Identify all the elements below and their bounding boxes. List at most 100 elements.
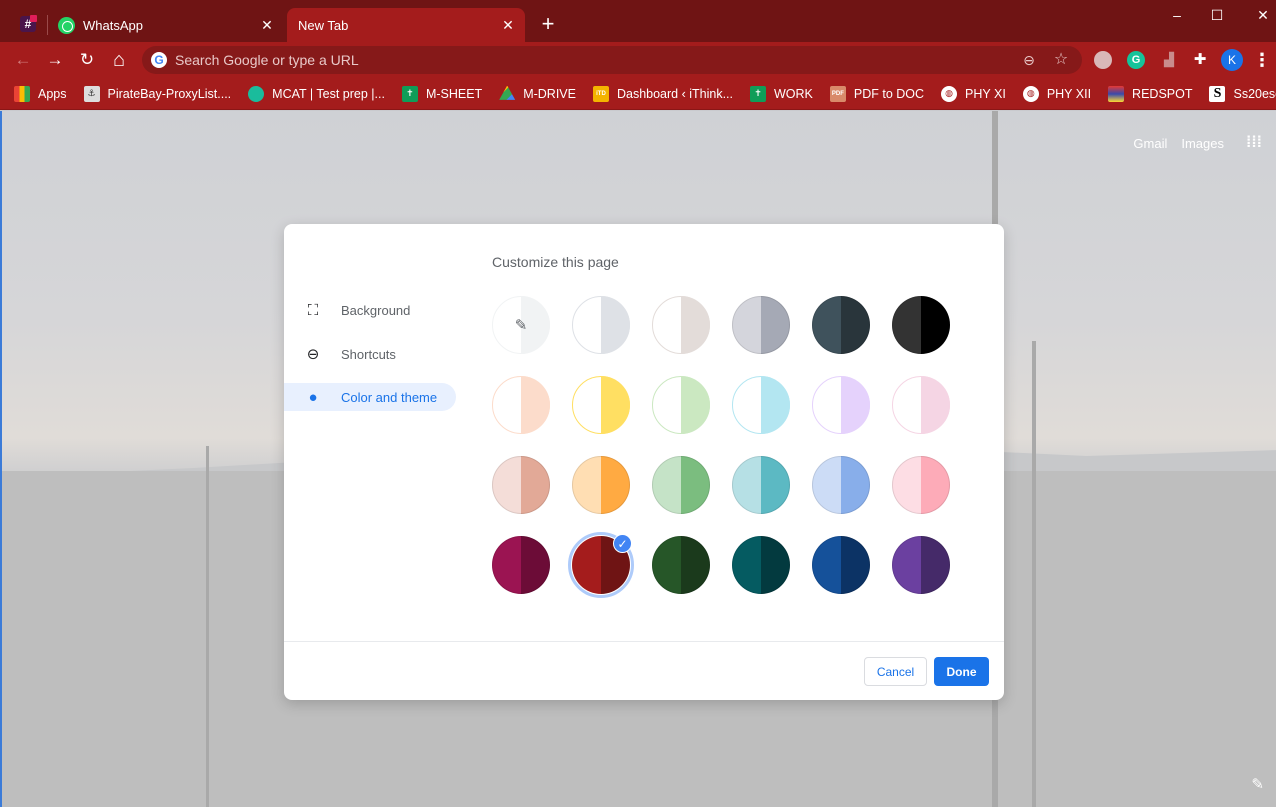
bookmark-apps[interactable]: Apps	[14, 85, 67, 102]
bookmark-ithink[interactable]: iTD Dashboard ‹ iThink...	[592, 85, 733, 102]
color-swatch-teal[interactable]	[732, 456, 790, 514]
slack-icon	[20, 15, 37, 32]
swatch-border	[652, 376, 710, 434]
bookmark-ss20ese259[interactable]: S Ss20ese259	[1209, 85, 1276, 102]
swatch-border	[492, 456, 550, 514]
bookmark-label: PirateBay-ProxyList....	[107, 86, 232, 101]
sidebar-item-background[interactable]: ⛶ Background	[284, 296, 456, 324]
dialog-divider	[284, 641, 1004, 642]
done-button[interactable]: Done	[934, 657, 989, 686]
grammarly-extension-icon[interactable]: G	[1127, 51, 1145, 69]
khan-academy-icon	[248, 85, 265, 102]
whatsapp-icon	[58, 16, 75, 34]
bookmark-label: REDSPOT	[1132, 86, 1193, 101]
color-swatch-slate[interactable]	[812, 296, 870, 354]
swatch-border	[492, 536, 550, 594]
globe-icon: ◍	[1022, 85, 1039, 102]
new-tab-button[interactable]: +	[537, 13, 559, 35]
tab-new-tab[interactable]: New Tab ✕	[287, 8, 525, 42]
edit-pencil-icon[interactable]: ✎	[1251, 775, 1264, 793]
globe-icon: ◍	[941, 85, 958, 102]
google-apps-icon[interactable]: ⁞⁞⁞	[1242, 131, 1266, 155]
bookmark-work[interactable]: ✝ WORK	[750, 85, 813, 102]
color-swatch-magenta-dark[interactable]	[492, 536, 550, 594]
dialog-title: Customize this page	[492, 254, 619, 270]
color-swatch-peach-light[interactable]	[492, 376, 550, 434]
swatch-border	[892, 456, 950, 514]
color-swatch-green[interactable]	[652, 456, 710, 514]
forward-button[interactable]: →	[43, 48, 67, 72]
swatch-border	[492, 376, 550, 434]
color-swatch-terracotta[interactable]	[492, 456, 550, 514]
color-swatch-cyan-light[interactable]	[732, 376, 790, 434]
close-window-button[interactable]: ✕	[1248, 4, 1276, 26]
minimize-button[interactable]: –	[1162, 4, 1192, 26]
pinned-tab-slack[interactable]	[16, 12, 40, 36]
color-swatch-pink[interactable]	[892, 456, 950, 514]
tab-whatsapp[interactable]: WhatsApp ✕	[52, 8, 284, 42]
color-swatch-red-dark[interactable]: ✓	[568, 532, 634, 598]
sidebar-item-label: Shortcuts	[341, 346, 396, 362]
tab-strip: WhatsApp ✕ New Tab ✕ + – ☐ ✕	[0, 0, 1276, 42]
color-swatch-custom-color[interactable]: ✎	[492, 296, 550, 354]
google-drive-icon	[499, 85, 516, 100]
color-swatch-lavender-light[interactable]	[812, 376, 870, 434]
sidebar-item-color-and-theme[interactable]: ● Color and theme	[284, 383, 456, 411]
bookmark-star-icon[interactable]: ☆	[1050, 49, 1072, 71]
color-swatch-blue-dark[interactable]	[812, 536, 870, 594]
bookmark-mcat[interactable]: MCAT | Test prep |...	[248, 85, 385, 102]
address-bar-input[interactable]	[175, 52, 1018, 68]
sidebar-item-shortcuts[interactable]: ⊖ Shortcuts	[284, 340, 456, 368]
bookmark-m-drive[interactable]: M-DRIVE	[499, 85, 576, 102]
color-swatch-purple-dark[interactable]	[892, 536, 950, 594]
close-tab-icon[interactable]: ✕	[259, 17, 275, 33]
bookmark-label: Ss20ese259	[1233, 86, 1276, 101]
bookmark-piratebay[interactable]: ⚓ PirateBay-ProxyList....	[83, 85, 232, 102]
tab-title: New Tab	[298, 17, 349, 33]
back-button[interactable]: ←	[11, 48, 35, 72]
swatch-border	[652, 296, 710, 354]
extensions-puzzle-icon[interactable]: ✚	[1191, 51, 1209, 69]
color-swatch-blue[interactable]	[812, 456, 870, 514]
bookmark-phy-xii[interactable]: ◍ PHY XII	[1022, 85, 1091, 102]
bookmark-label: MCAT | Test prep |...	[272, 86, 385, 101]
color-swatch-green-light[interactable]	[652, 376, 710, 434]
swatch-border	[732, 456, 790, 514]
omnibox[interactable]: G ⊖ ☆	[142, 46, 1082, 74]
gmail-link[interactable]: Gmail	[1133, 136, 1167, 151]
background-palm	[206, 446, 209, 807]
swatch-border	[572, 296, 630, 354]
color-swatch-pink-light[interactable]	[892, 376, 950, 434]
home-button[interactable]: ⌂	[107, 48, 131, 72]
color-swatch-yellow-light[interactable]	[572, 376, 630, 434]
color-swatch-default-light[interactable]	[572, 296, 630, 354]
zoom-icon[interactable]: ⊖	[1018, 49, 1040, 71]
color-swatch-green-dark[interactable]	[652, 536, 710, 594]
maximize-button[interactable]: ☐	[1202, 4, 1232, 26]
profile-avatar[interactable]: K	[1221, 49, 1243, 71]
color-swatch-orange[interactable]	[572, 456, 630, 514]
customize-dialog: Customize this page ⛶ Background ⊖ Short…	[284, 224, 1004, 700]
bookmark-phy-xi[interactable]: ◍ PHY XI	[941, 85, 1006, 102]
bookmark-m-sheet[interactable]: ✝ M-SHEET	[401, 85, 482, 102]
color-swatch-black[interactable]	[892, 296, 950, 354]
close-tab-icon[interactable]: ✕	[500, 17, 516, 33]
bookmark-redspot[interactable]: REDSPOT	[1108, 85, 1193, 102]
tab-separator	[47, 15, 48, 35]
reload-button[interactable]: ↻	[75, 48, 99, 72]
chart-extension-icon[interactable]: ▟	[1160, 51, 1178, 69]
color-swatch-teal-dark[interactable]	[732, 536, 790, 594]
bookmark-pdf-to-doc[interactable]: PDF PDF to DOC	[829, 85, 924, 102]
color-swatch-cool-grey[interactable]	[732, 296, 790, 354]
swatch-border	[812, 536, 870, 594]
ithink-icon: iTD	[592, 85, 609, 102]
google-sheets-icon: ✝	[750, 85, 766, 102]
swatch-border	[572, 376, 630, 434]
globe-extension-icon[interactable]	[1094, 51, 1112, 69]
color-swatch-warm-grey[interactable]	[652, 296, 710, 354]
chrome-menu-icon[interactable]: ⋮	[1253, 49, 1271, 71]
swatch-border	[572, 456, 630, 514]
swatch-border	[732, 296, 790, 354]
cancel-button[interactable]: Cancel	[864, 657, 927, 686]
images-link[interactable]: Images	[1181, 136, 1224, 151]
